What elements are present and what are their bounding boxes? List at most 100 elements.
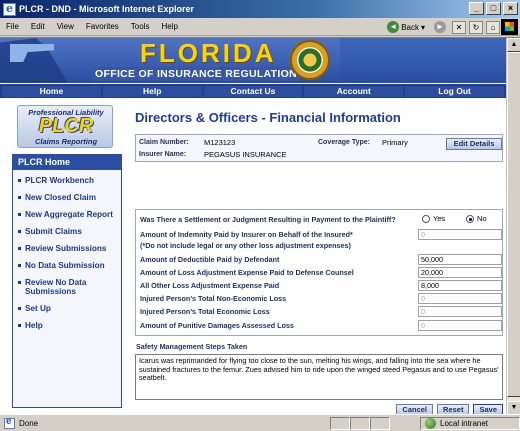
- scroll-up-icon[interactable]: ▲: [507, 38, 520, 52]
- loss-adjustment-label: Amount of Loss Adjustment Expense Paid t…: [140, 268, 354, 277]
- economic-input[interactable]: 0: [418, 306, 502, 317]
- settlement-row: Was There a Settlement or Judgment Resul…: [136, 214, 504, 226]
- state-seal-icon: [290, 40, 330, 80]
- sidebar: Professional Liability PLCR Claims Repor…: [0, 102, 130, 414]
- sidebar-item-label: Help: [25, 321, 43, 330]
- top-nav: Home Help Contact Us Account Log Out: [0, 84, 506, 98]
- punitive-row: Amount of Punitive Damages Assessed Loss…: [136, 320, 504, 332]
- indemnity-input[interactable]: 0: [418, 229, 502, 240]
- home-icon[interactable]: ⌂: [486, 20, 500, 34]
- status-segment: [330, 416, 350, 430]
- sidebar-item-help[interactable]: Help: [18, 321, 121, 330]
- menu-favorites[interactable]: Favorites: [80, 22, 125, 31]
- sidebar-item-label: Submit Claims: [25, 227, 82, 236]
- refresh-icon[interactable]: ↻: [469, 20, 483, 34]
- radio-circle-selected: [466, 214, 474, 223]
- no-label: No: [477, 214, 487, 223]
- plcr-logo[interactable]: Professional Liability PLCR Claims Repor…: [17, 105, 113, 148]
- sidebar-item-review-submissions[interactable]: Review Submissions: [18, 244, 121, 253]
- back-label: Back: [401, 22, 419, 32]
- window-title: PLCR - DND - Microsoft Internet Explorer: [19, 4, 195, 14]
- nav-contact[interactable]: Contact Us: [203, 85, 303, 97]
- menu-view[interactable]: View: [51, 22, 80, 31]
- bullet-icon: [18, 196, 21, 199]
- status-segment: [370, 416, 390, 430]
- loss-adjustment-input[interactable]: 20,000: [418, 267, 502, 278]
- deductible-label: Amount of Deductible Paid by Defendant: [140, 255, 280, 264]
- sidebar-item-set-up[interactable]: Set Up: [18, 304, 121, 313]
- vertical-scrollbar[interactable]: ▲ ▼: [506, 38, 520, 414]
- toolbar: ◄ Back ▾ ► ✕ ↻ ⌂: [384, 18, 520, 36]
- edit-details-button[interactable]: Edit Details: [446, 138, 502, 150]
- bullet-icon: [18, 179, 21, 182]
- menu-edit[interactable]: Edit: [25, 22, 51, 31]
- safety-label: Safety Management Steps Taken: [136, 342, 248, 351]
- site-subtitle: OFFICE OF INSURANCE REGULATION: [92, 67, 300, 81]
- site-header: FLORIDA OFFICE OF INSURANCE REGULATION: [0, 38, 506, 83]
- close-button[interactable]: ×: [503, 2, 518, 15]
- scroll-thumb[interactable]: [507, 52, 520, 397]
- economic-label: Injured Person's Total Economic Loss: [140, 307, 270, 316]
- loss-adjustment-row: Amount of Loss Adjustment Expense Paid t…: [136, 267, 504, 279]
- nav-home[interactable]: Home: [2, 85, 101, 97]
- punitive-input[interactable]: 0: [418, 320, 502, 331]
- settlement-yes-radio[interactable]: Yes: [422, 214, 445, 223]
- maximize-button[interactable]: □: [486, 2, 501, 15]
- nav-account[interactable]: Account: [304, 85, 404, 97]
- non-economic-input[interactable]: 0: [418, 293, 502, 304]
- status-done: Done: [0, 416, 330, 429]
- main-content: Directors & Officers - Financial Informa…: [133, 102, 505, 414]
- sidebar-nav: PLCR Home PLCR Workbench New Closed Clai…: [12, 154, 122, 408]
- menu-file[interactable]: File: [0, 22, 25, 31]
- deductible-input[interactable]: 50,000: [418, 254, 502, 265]
- sidebar-item-label: Set Up: [25, 304, 51, 313]
- cancel-button[interactable]: Cancel: [396, 404, 434, 414]
- sidebar-item-workbench[interactable]: PLCR Workbench: [18, 176, 121, 185]
- sidebar-item-review-no-data[interactable]: Review No Data Submissions: [18, 278, 121, 296]
- deductible-row: Amount of Deductible Paid by Defendant 5…: [136, 254, 504, 266]
- claim-summary: Claim Number: M123123 Insurer Name: PEGA…: [135, 134, 503, 162]
- insurer-label: Insurer Name:: [139, 151, 187, 158]
- status-bar: Done Local intranet: [0, 414, 520, 431]
- sidebar-item-label: No Data Submission: [25, 261, 105, 270]
- stop-icon[interactable]: ✕: [452, 20, 466, 34]
- sidebar-item-new-closed-claim[interactable]: New Closed Claim: [18, 193, 121, 202]
- safety-textarea[interactable]: Icarus was reprimanded for flying too cl…: [135, 354, 503, 400]
- menu-tools[interactable]: Tools: [125, 22, 156, 31]
- menu-help[interactable]: Help: [155, 22, 183, 31]
- other-loss-input[interactable]: 8,000: [418, 280, 502, 291]
- safety-section: Safety Management Steps Taken Icarus was…: [135, 342, 503, 401]
- indemnity-note-row: (*Do not include legal or any other loss…: [136, 240, 504, 252]
- logo-bottom-text: Claims Reporting: [34, 137, 98, 146]
- nav-logout[interactable]: Log Out: [405, 85, 504, 97]
- header-background: [340, 38, 506, 83]
- sidebar-item-new-aggregate-report[interactable]: New Aggregate Report: [18, 210, 121, 219]
- bullet-icon: [18, 281, 21, 284]
- page-icon: [4, 416, 15, 429]
- save-button[interactable]: Save: [473, 404, 503, 414]
- minimize-button[interactable]: _: [469, 2, 484, 15]
- bullet-icon: [18, 324, 21, 327]
- yes-label: Yes: [433, 214, 446, 223]
- sidebar-item-submit-claims[interactable]: Submit Claims: [18, 227, 121, 236]
- sidebar-heading: PLCR Home: [13, 155, 121, 170]
- bullet-icon: [18, 307, 21, 310]
- punitive-label: Amount of Punitive Damages Assessed Loss: [140, 321, 294, 330]
- site-title: FLORIDA: [140, 38, 277, 68]
- settlement-no-radio[interactable]: No: [466, 214, 487, 223]
- ie-icon: [3, 2, 16, 16]
- insurer-value: PEGASUS INSURANCE: [204, 150, 287, 159]
- scroll-down-icon[interactable]: ▼: [507, 401, 520, 414]
- sidebar-item-no-data-submission[interactable]: No Data Submission: [18, 261, 121, 270]
- coverage-type-value: Primary: [382, 138, 408, 147]
- back-button[interactable]: ◄ Back ▾: [384, 20, 428, 34]
- economic-row: Injured Person's Total Economic Loss 0: [136, 306, 504, 318]
- forward-button[interactable]: ►: [431, 20, 449, 34]
- financial-form: Was There a Settlement or Judgment Resul…: [135, 209, 503, 336]
- claim-number-value: M123123: [204, 138, 236, 147]
- sidebar-item-label: PLCR Workbench: [25, 176, 94, 185]
- indemnity-label: Amount of Indemnity Paid by Insurer on B…: [140, 230, 353, 239]
- nav-help[interactable]: Help: [102, 85, 202, 97]
- reset-button[interactable]: Reset: [437, 404, 470, 414]
- bullet-icon: [18, 213, 21, 216]
